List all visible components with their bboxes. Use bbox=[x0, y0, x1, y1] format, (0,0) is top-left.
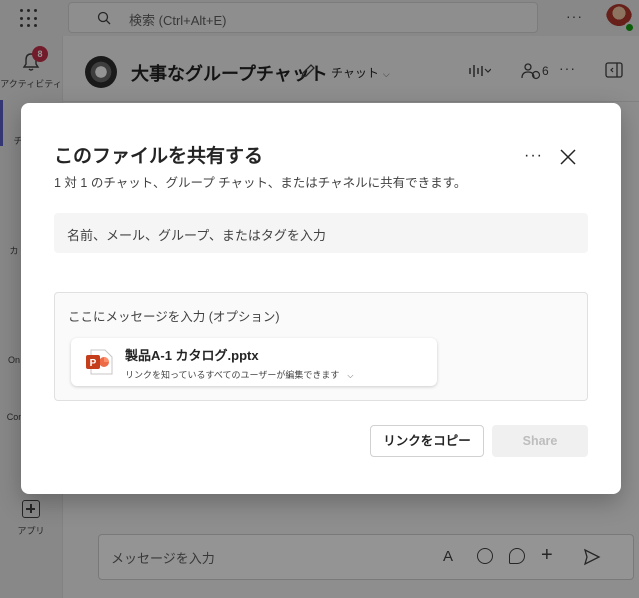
powerpoint-file-icon: P bbox=[86, 349, 113, 375]
message-input[interactable]: ここにメッセージを入力 (オプション) P 製品A-1 カタログ.pptx リン… bbox=[54, 292, 588, 401]
svg-text:P: P bbox=[90, 358, 97, 369]
share-button[interactable]: Share bbox=[492, 425, 588, 457]
file-attachment-card[interactable]: P 製品A-1 カタログ.pptx リンクを知っているすべてのユーザーが編集でき… bbox=[71, 338, 437, 386]
message-placeholder: ここにメッセージを入力 (オプション) bbox=[68, 310, 280, 324]
dialog-title: このファイルを共有する bbox=[54, 146, 264, 167]
share-file-dialog: このファイルを共有する 1 対 1 のチャット、グループ チャット、またはチャネ… bbox=[21, 103, 621, 494]
copy-link-button[interactable]: リンクをコピー bbox=[370, 425, 484, 457]
recipient-placeholder: 名前、メール、グループ、またはタグを入力 bbox=[67, 228, 326, 243]
file-name: 製品A-1 カタログ.pptx bbox=[125, 348, 259, 363]
recipient-input[interactable]: 名前、メール、グループ、またはタグを入力 bbox=[54, 213, 588, 253]
close-icon[interactable] bbox=[558, 147, 578, 167]
dialog-more-button[interactable]: ··· bbox=[524, 147, 543, 165]
dialog-subtitle: 1 対 1 のチャット、グループ チャット、またはチャネルに共有できます。 bbox=[54, 176, 467, 190]
link-permission-dropdown[interactable]: リンクを知っているすべてのユーザーが編集できます ⌵ bbox=[125, 368, 353, 381]
chevron-down-icon: ⌵ bbox=[347, 371, 354, 380]
link-permission-label: リンクを知っているすべてのユーザーが編集できます bbox=[125, 370, 340, 380]
